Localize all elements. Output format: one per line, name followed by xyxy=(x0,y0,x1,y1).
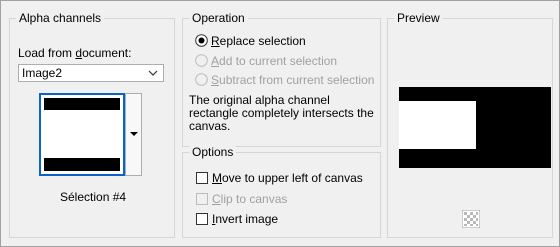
add-to-selection-radio[interactable] xyxy=(195,54,208,67)
move-to-upper-left-label[interactable]: Move to upper left of canvas xyxy=(212,171,363,185)
invert-image-label[interactable]: Invert image xyxy=(212,212,278,226)
triangle-down-icon xyxy=(130,132,138,136)
document-select-value: Image2 xyxy=(22,66,63,80)
subtract-from-selection-radio[interactable] xyxy=(195,73,208,86)
operation-message: The original alpha channel rectangle com… xyxy=(189,93,374,133)
document-select[interactable]: Image2 xyxy=(18,64,164,82)
clip-to-canvas-checkbox[interactable] xyxy=(196,193,208,205)
preview-title: Preview xyxy=(394,11,443,25)
transparency-checker-icon[interactable] xyxy=(462,210,480,228)
subtract-from-selection-label[interactable]: Subtract from current selection xyxy=(211,73,374,87)
alpha-channels-title: Alpha channels xyxy=(16,11,105,25)
load-from-document-label: Load from document: xyxy=(18,46,132,60)
operation-title: Operation xyxy=(189,11,248,25)
preview-selection-area xyxy=(399,101,476,149)
alpha-channel-thumbnail[interactable] xyxy=(39,93,125,176)
clip-to-canvas-label[interactable]: Clip to canvas xyxy=(212,192,287,206)
chevron-down-icon xyxy=(148,70,158,76)
thumbnail-caption: Sélection #4 xyxy=(60,190,127,204)
move-to-upper-left-checkbox[interactable] xyxy=(196,172,208,184)
thumbnail-dropdown-button[interactable] xyxy=(125,93,142,176)
invert-image-checkbox[interactable] xyxy=(196,213,208,225)
add-to-selection-label[interactable]: Add to current selection xyxy=(211,54,337,68)
replace-selection-radio[interactable] xyxy=(195,34,208,47)
thumbnail-image xyxy=(44,98,120,171)
replace-selection-label[interactable]: Replace selection xyxy=(211,34,306,48)
options-title: Options xyxy=(189,145,237,159)
preview-canvas xyxy=(399,87,551,168)
